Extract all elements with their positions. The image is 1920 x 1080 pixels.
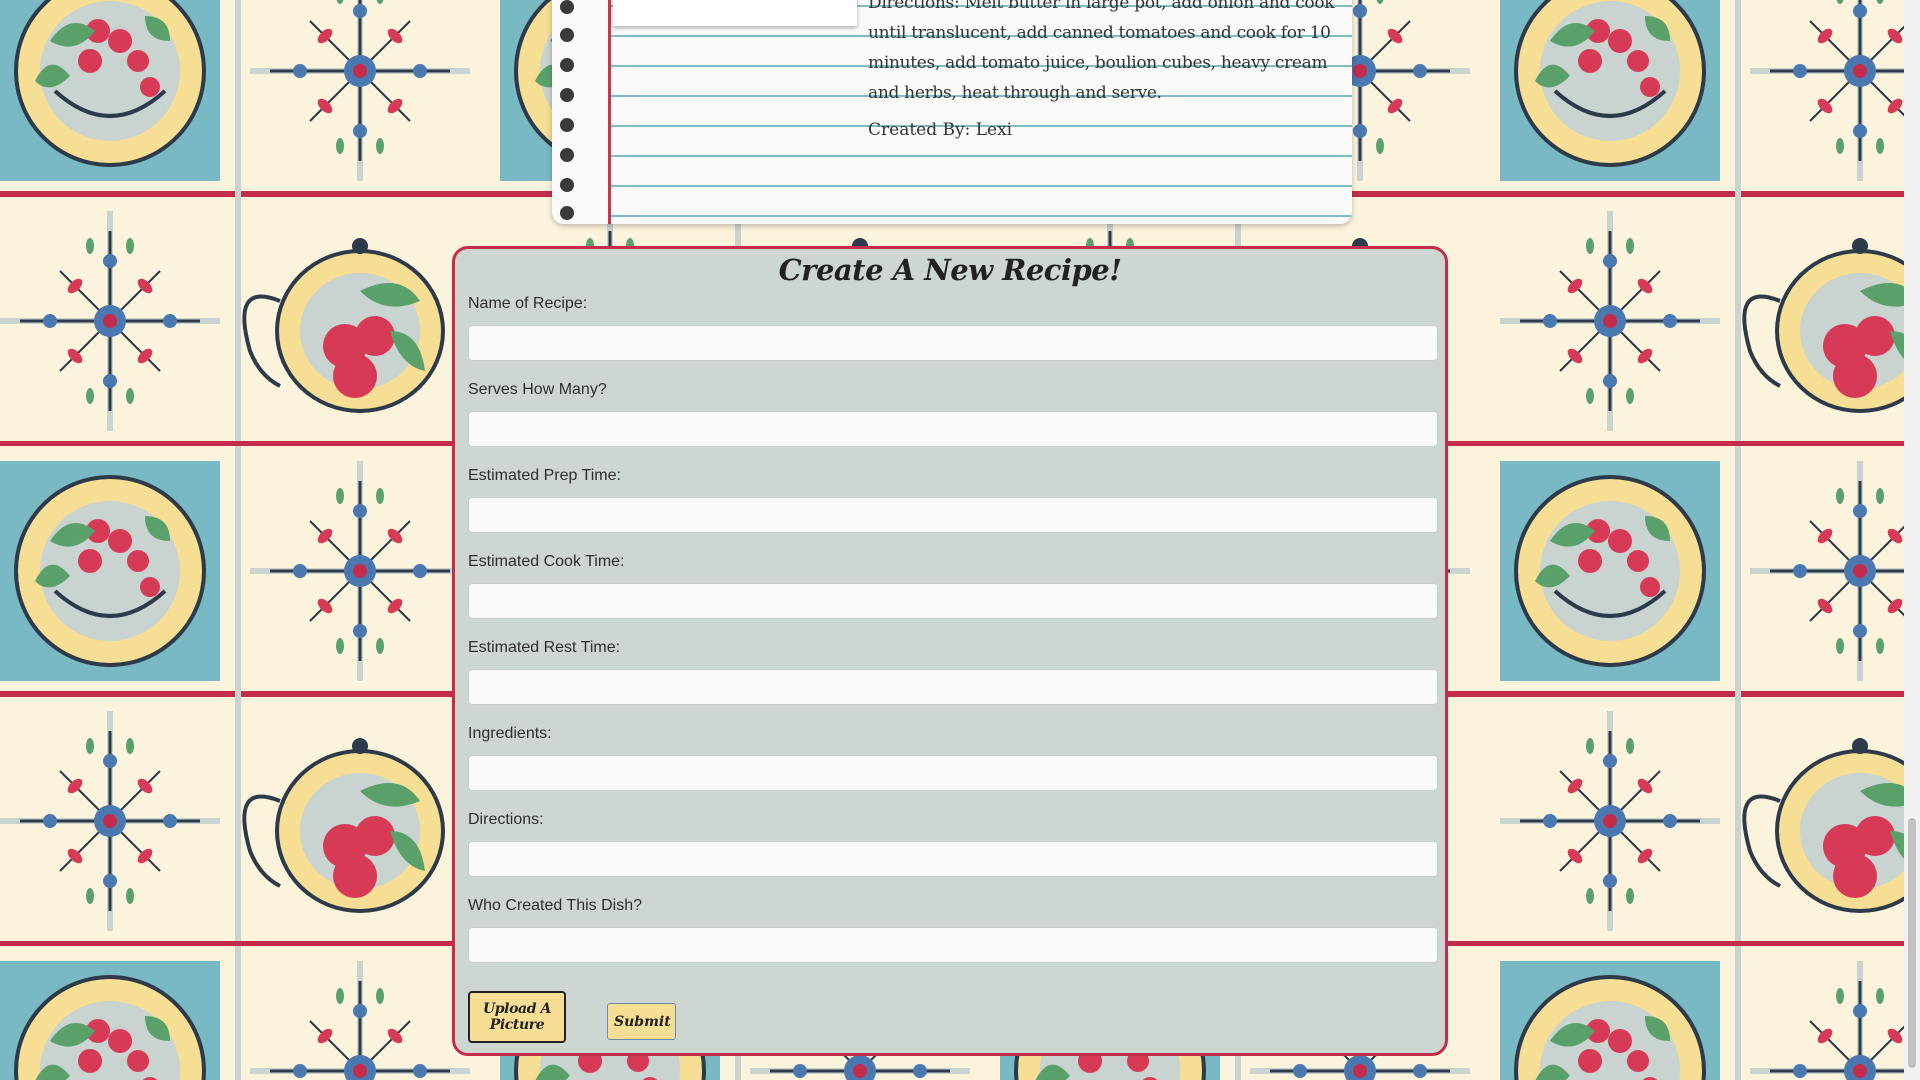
rest-time-input[interactable] [468,669,1438,705]
recipe-directions-text: Directions: Melt butter in large pot, ad… [868,0,1335,103]
binder-hole [560,178,574,192]
directions-input[interactable] [468,841,1438,877]
binder-hole [560,88,574,102]
serves-input[interactable] [468,411,1438,447]
binder-hole [560,58,574,72]
binder-hole [560,0,574,14]
binder-hole [560,148,574,162]
recipe-creator-text: Created By: Lexi [868,120,1013,140]
binder-hole [560,206,574,220]
recipe-photo [613,0,857,26]
ingredients-input[interactable] [468,755,1438,791]
form-title: Create A New Recipe! [778,253,1122,287]
cook-time-label: Estimated Cook Time: [468,553,625,570]
submit-button[interactable]: Submit [607,1003,676,1040]
prep-time-input[interactable] [468,497,1438,533]
scrollbar-thumb[interactable] [1908,818,1916,1068]
recipe-name-input[interactable] [468,325,1438,361]
prep-time-label: Estimated Prep Time: [468,467,621,484]
cook-time-input[interactable] [468,583,1438,619]
recipe-name-label: Name of Recipe: [468,295,588,312]
binder-holes [552,0,608,224]
create-recipe-form: Create A New Recipe! Name of Recipe: Ser… [452,246,1448,1056]
ingredients-label: Ingredients: [468,725,552,742]
serves-label: Serves How Many? [468,381,607,398]
creator-input[interactable] [468,927,1438,963]
binder-hole [560,118,574,132]
binder-hole [560,28,574,42]
directions-label: Directions: [468,811,544,828]
notebook-margin-line [608,0,611,224]
creator-label: Who Created This Dish? [468,897,642,914]
recipe-notebook-card: Directions: Melt butter in large pot, ad… [552,0,1352,224]
page-scrollbar[interactable] [1904,0,1920,1080]
rest-time-label: Estimated Rest Time: [468,639,621,656]
upload-picture-button[interactable]: Upload A Picture [468,991,566,1043]
